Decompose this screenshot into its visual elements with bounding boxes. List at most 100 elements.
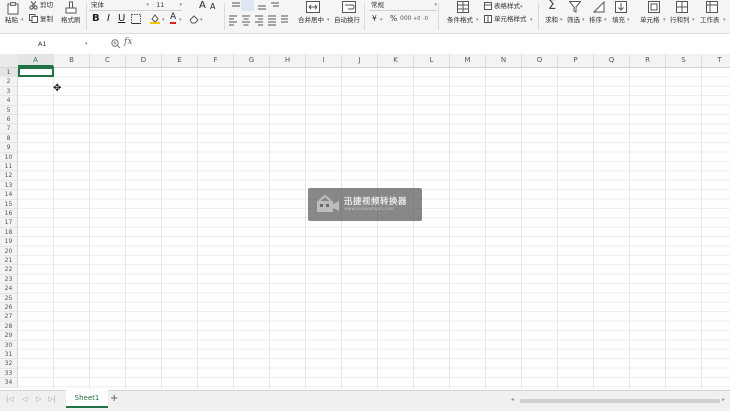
chevron-down-icon[interactable]: ▾	[520, 3, 523, 11]
column-header-b[interactable]: B	[54, 54, 90, 67]
row-header-8[interactable]: 8	[0, 133, 18, 144]
add-sheet-button[interactable]: +	[110, 393, 118, 404]
row-header-9[interactable]: 9	[0, 143, 18, 153]
fx-button[interactable]: fx	[124, 37, 132, 47]
cut-button[interactable]: 剪切	[29, 1, 53, 11]
font-color-button[interactable]: A	[170, 12, 177, 24]
select-all-corner[interactable]	[0, 54, 19, 68]
zoom-icon[interactable]	[111, 39, 121, 49]
row-header-11[interactable]: 11	[0, 162, 18, 172]
row-header-33[interactable]: 33	[0, 368, 18, 379]
row-header-10[interactable]: 10	[0, 152, 18, 162]
active-cell-a1[interactable]	[18, 67, 54, 77]
row-header-19[interactable]: 19	[0, 237, 18, 247]
column-header-d[interactable]: D	[126, 54, 162, 67]
alignment-icons[interactable]	[228, 1, 288, 29]
border-icon[interactable]	[131, 14, 142, 25]
column-header-f[interactable]: F	[198, 54, 234, 67]
fill-color-icon[interactable]	[150, 14, 160, 24]
row-header-28[interactable]: 28	[0, 321, 18, 332]
column-header-i[interactable]: I	[306, 54, 342, 67]
percent-button[interactable]: %	[390, 15, 397, 23]
underline-button[interactable]: U	[118, 13, 125, 25]
eraser-icon[interactable]	[189, 14, 199, 24]
row-header-7[interactable]: 7	[0, 124, 18, 134]
row-header-34[interactable]: 34	[0, 378, 18, 388]
cell-style-button[interactable]: 单元格样式	[484, 15, 527, 24]
row-header-1[interactable]: 1	[0, 68, 18, 78]
row-header-22[interactable]: 22	[0, 265, 18, 275]
chevron-down-icon[interactable]: ▾	[380, 16, 383, 24]
row-header-18[interactable]: 18	[0, 227, 18, 238]
row-header-27[interactable]: 27	[0, 312, 18, 322]
shrink-font-button[interactable]: A	[210, 1, 215, 13]
row-header-24[interactable]: 24	[0, 284, 18, 294]
row-header-17[interactable]: 17	[0, 218, 18, 228]
row-header-30[interactable]: 30	[0, 340, 18, 350]
column-header-e[interactable]: E	[162, 54, 198, 67]
first-sheet-icon[interactable]: |◁	[6, 395, 14, 403]
column-header-l[interactable]: L	[414, 54, 450, 67]
prev-sheet-icon[interactable]: ◁	[22, 395, 27, 403]
row-header-23[interactable]: 23	[0, 274, 18, 285]
row-header-21[interactable]: 21	[0, 256, 18, 266]
formula-input[interactable]	[140, 38, 728, 50]
row-header-12[interactable]: 12	[0, 171, 18, 181]
currency-button[interactable]: ¥	[372, 15, 377, 23]
row-header-6[interactable]: 6	[0, 115, 18, 125]
scroll-right-icon[interactable]: ▸	[722, 396, 725, 403]
column-header-o[interactable]: O	[522, 54, 558, 67]
column-header-n[interactable]: N	[486, 54, 522, 67]
thousands-separator-button[interactable]: 000	[400, 15, 411, 23]
row-header-16[interactable]: 16	[0, 209, 18, 219]
column-header-k[interactable]: K	[378, 54, 414, 67]
column-header-s[interactable]: S	[666, 54, 702, 67]
bold-button[interactable]: B	[92, 13, 100, 25]
chevron-down-icon[interactable]: ▾	[162, 16, 165, 24]
row-header-13[interactable]: 13	[0, 180, 18, 191]
row-header-26[interactable]: 26	[0, 303, 18, 313]
column-header-h[interactable]: H	[270, 54, 306, 67]
row-header-3[interactable]: 3	[0, 86, 18, 97]
column-header-p[interactable]: P	[558, 54, 594, 67]
decrease-decimal-button[interactable]: -0	[423, 15, 428, 23]
column-header-m[interactable]: M	[450, 54, 486, 67]
copy-icon	[29, 14, 38, 23]
font-name-select[interactable]: 宋体 ▾	[89, 1, 149, 11]
column-header-a[interactable]: A	[18, 54, 54, 67]
font-size-select[interactable]: · 11 ▾	[150, 1, 182, 11]
row-header-15[interactable]: 15	[0, 199, 18, 209]
last-sheet-icon[interactable]: ▷|	[48, 395, 56, 403]
row-header-20[interactable]: 20	[0, 246, 18, 256]
sheet-tab-sheet1[interactable]: Sheet1	[66, 390, 108, 408]
increase-decimal-button[interactable]: +0	[413, 15, 420, 23]
table-style-button[interactable]: 表格样式	[484, 2, 520, 11]
row-header-4[interactable]: 4	[0, 96, 18, 106]
copy-button[interactable]: 复制	[29, 14, 53, 24]
row-header-14[interactable]: 14	[0, 190, 18, 200]
column-header-q[interactable]: Q	[594, 54, 630, 67]
cell-grid[interactable]	[18, 68, 730, 389]
column-header-j[interactable]: J	[342, 54, 378, 67]
horizontal-scrollbar[interactable]	[520, 399, 720, 403]
row-header-29[interactable]: 29	[0, 331, 18, 341]
row-header-2[interactable]: 2	[0, 77, 18, 87]
name-box[interactable]: A1 ▾	[3, 38, 89, 50]
row-header-5[interactable]: 5	[0, 105, 18, 115]
paste-dropdown-icon[interactable]: ▾	[21, 16, 24, 24]
grow-font-button[interactable]: A	[199, 0, 206, 12]
chevron-down-icon[interactable]: ▾	[200, 16, 203, 24]
row-header-25[interactable]: 25	[0, 293, 18, 303]
chevron-down-icon[interactable]: ▾	[179, 16, 182, 24]
column-header-t[interactable]: T	[702, 54, 730, 67]
column-header-g[interactable]: G	[234, 54, 270, 67]
column-header-r[interactable]: R	[630, 54, 666, 67]
italic-button[interactable]: I	[107, 13, 110, 25]
column-header-c[interactable]: C	[90, 54, 126, 67]
scroll-left-icon[interactable]: ◂	[511, 396, 514, 403]
row-header-32[interactable]: 32	[0, 359, 18, 369]
chevron-down-icon[interactable]: ▾	[530, 16, 533, 24]
row-header-31[interactable]: 31	[0, 350, 18, 360]
next-sheet-icon[interactable]: ▷	[36, 395, 41, 403]
number-format-select[interactable]: 常规 ▾	[369, 1, 437, 11]
